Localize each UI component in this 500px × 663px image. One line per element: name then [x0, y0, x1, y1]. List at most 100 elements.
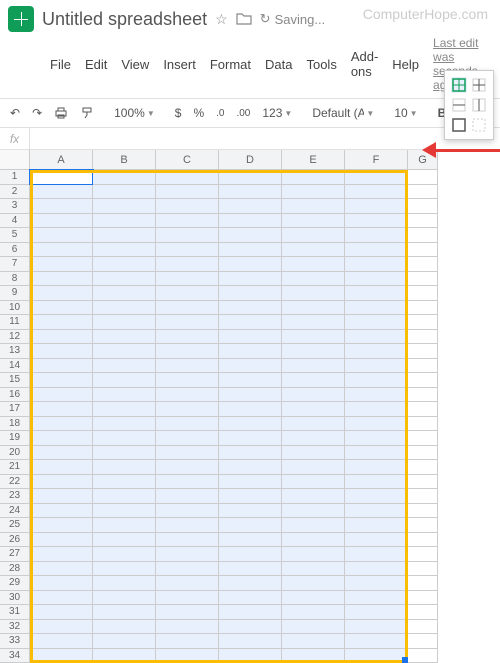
cell[interactable]: [156, 547, 219, 562]
row-header[interactable]: 21: [0, 460, 30, 475]
cell[interactable]: [219, 388, 282, 403]
sheets-logo[interactable]: [8, 6, 34, 32]
cell[interactable]: [30, 286, 93, 301]
cell[interactable]: [156, 214, 219, 229]
cell[interactable]: [282, 460, 345, 475]
cell[interactable]: [219, 315, 282, 330]
cell[interactable]: [30, 373, 93, 388]
row-header[interactable]: 30: [0, 591, 30, 606]
cell[interactable]: [156, 431, 219, 446]
row-header[interactable]: 8: [0, 272, 30, 287]
document-title[interactable]: Untitled spreadsheet: [42, 9, 207, 30]
cell[interactable]: [345, 431, 408, 446]
cell[interactable]: [345, 605, 408, 620]
cell[interactable]: [93, 185, 156, 200]
cell[interactable]: [345, 243, 408, 258]
cell[interactable]: [156, 518, 219, 533]
row-header[interactable]: 1: [0, 170, 30, 185]
cell[interactable]: [408, 446, 438, 461]
cell[interactable]: [219, 272, 282, 287]
cell[interactable]: [282, 634, 345, 649]
col-header-a[interactable]: A: [30, 150, 93, 170]
cell[interactable]: [30, 504, 93, 519]
cell[interactable]: [156, 373, 219, 388]
cell[interactable]: [345, 228, 408, 243]
cell[interactable]: [282, 533, 345, 548]
cell[interactable]: [30, 562, 93, 577]
cell[interactable]: [282, 228, 345, 243]
row-header[interactable]: 24: [0, 504, 30, 519]
cell[interactable]: [93, 243, 156, 258]
cell[interactable]: [345, 460, 408, 475]
cell[interactable]: [282, 344, 345, 359]
border-horizontal-icon[interactable]: [451, 97, 467, 113]
cell[interactable]: [156, 460, 219, 475]
cell[interactable]: [345, 257, 408, 272]
row-header[interactable]: 25: [0, 518, 30, 533]
cell[interactable]: [30, 547, 93, 562]
border-all-icon[interactable]: [451, 77, 467, 93]
cell[interactable]: [30, 214, 93, 229]
cell[interactable]: [219, 649, 282, 663]
cell[interactable]: [345, 475, 408, 490]
cell[interactable]: [282, 243, 345, 258]
cell[interactable]: [282, 185, 345, 200]
cell[interactable]: [93, 170, 156, 185]
col-header-c[interactable]: C: [156, 150, 219, 170]
cell[interactable]: [30, 649, 93, 663]
cell[interactable]: [156, 605, 219, 620]
row-header[interactable]: 2: [0, 185, 30, 200]
cell[interactable]: [93, 359, 156, 374]
cell[interactable]: [408, 475, 438, 490]
redo-button[interactable]: ↷: [28, 103, 46, 123]
cell[interactable]: [30, 388, 93, 403]
cell[interactable]: [345, 185, 408, 200]
cell[interactable]: [93, 475, 156, 490]
menu-view[interactable]: View: [121, 57, 149, 72]
cell[interactable]: [345, 547, 408, 562]
cell[interactable]: [30, 417, 93, 432]
row-header[interactable]: 34: [0, 649, 30, 663]
cell[interactable]: [93, 489, 156, 504]
cell[interactable]: [408, 547, 438, 562]
cell[interactable]: [282, 562, 345, 577]
cell[interactable]: [345, 388, 408, 403]
cell[interactable]: [219, 562, 282, 577]
cell[interactable]: [219, 257, 282, 272]
cell[interactable]: [408, 330, 438, 345]
row-header[interactable]: 23: [0, 489, 30, 504]
cell[interactable]: [345, 170, 408, 185]
more-formats-button[interactable]: 123▼: [258, 103, 296, 123]
cell[interactable]: [156, 315, 219, 330]
cell[interactable]: [93, 272, 156, 287]
cell[interactable]: [93, 373, 156, 388]
col-header-f[interactable]: F: [345, 150, 408, 170]
menu-data[interactable]: Data: [265, 57, 292, 72]
cell[interactable]: [93, 257, 156, 272]
menu-tools[interactable]: Tools: [306, 57, 336, 72]
cell[interactable]: [30, 315, 93, 330]
menu-addons[interactable]: Add-ons: [351, 49, 378, 79]
cell[interactable]: [282, 402, 345, 417]
cell[interactable]: [408, 388, 438, 403]
cell[interactable]: [345, 286, 408, 301]
cell[interactable]: [30, 243, 93, 258]
cell[interactable]: [93, 286, 156, 301]
cell[interactable]: [282, 257, 345, 272]
col-header-g[interactable]: G: [408, 150, 438, 170]
cell[interactable]: [30, 475, 93, 490]
cell[interactable]: [219, 185, 282, 200]
cell[interactable]: [30, 518, 93, 533]
cell[interactable]: [282, 475, 345, 490]
paint-format-button[interactable]: [76, 103, 98, 123]
menu-help[interactable]: Help: [392, 57, 419, 72]
row-header[interactable]: 18: [0, 417, 30, 432]
row-header[interactable]: 22: [0, 475, 30, 490]
cell[interactable]: [219, 330, 282, 345]
cell[interactable]: [156, 344, 219, 359]
menu-edit[interactable]: Edit: [85, 57, 107, 72]
cell[interactable]: [408, 533, 438, 548]
cell[interactable]: [156, 301, 219, 316]
cell[interactable]: [408, 460, 438, 475]
row-header[interactable]: 13: [0, 344, 30, 359]
